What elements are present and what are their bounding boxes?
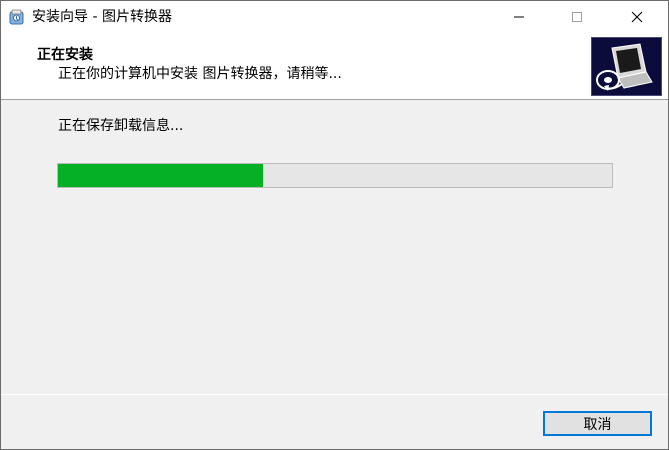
maximize-icon	[572, 11, 582, 22]
close-icon	[631, 11, 643, 22]
footer-divider	[1, 394, 668, 395]
window-title: 安装向导 - 图片转换器	[32, 9, 172, 25]
minimize-icon	[514, 16, 524, 17]
installer-app-icon	[8, 8, 26, 26]
cancel-button[interactable]: 取消	[543, 411, 652, 436]
title-bar[interactable]: 安装向导 - 图片转换器	[1, 1, 668, 32]
installer-window: 安装向导 - 图片转换器 正在安装 正在你的计算机中安装 图片转换器，请稍等..…	[0, 0, 669, 450]
page-title: 正在安装	[37, 47, 93, 63]
minimize-button[interactable]	[496, 1, 542, 32]
page-subtitle: 正在你的计算机中安装 图片转换器，请稍等...	[58, 66, 342, 82]
progress-fill	[58, 164, 263, 187]
maximize-button[interactable]	[554, 1, 600, 32]
computer-install-icon	[591, 37, 662, 96]
status-text: 正在保存卸载信息...	[58, 118, 184, 134]
install-progress-bar	[57, 163, 613, 188]
wizard-header: 正在安装 正在你的计算机中安装 图片转换器，请稍等...	[1, 32, 668, 100]
close-button[interactable]	[614, 1, 660, 32]
